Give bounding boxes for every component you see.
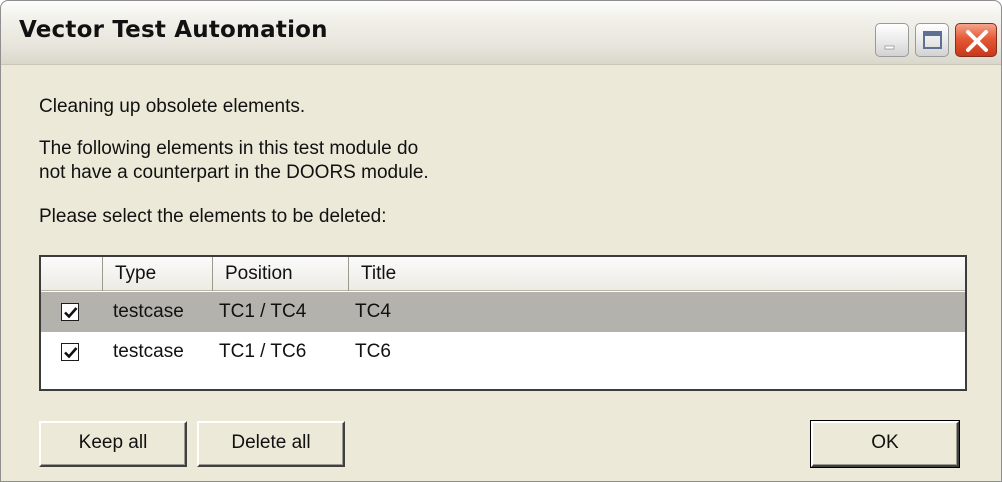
cell-title: TC4 — [355, 301, 391, 322]
column-header-title[interactable]: Title — [349, 257, 965, 291]
column-header-check[interactable] — [41, 257, 103, 291]
checkmark-icon — [64, 307, 78, 319]
ok-button[interactable]: OK — [810, 420, 960, 468]
maximize-icon — [923, 31, 942, 49]
close-icon — [966, 30, 988, 52]
cell-type: testcase — [113, 341, 184, 362]
column-header-type[interactable]: Type — [103, 257, 213, 291]
instruction-text: Please select the elements to be deleted… — [39, 206, 387, 227]
maximize-button[interactable] — [915, 23, 949, 57]
column-header-position[interactable]: Position — [213, 257, 349, 291]
cell-position: TC1 / TC4 — [219, 301, 307, 322]
title-bar[interactable]: Vector Test Automation — [1, 1, 1001, 65]
window-title: Vector Test Automation — [19, 17, 328, 43]
dialog-window: Vector Test Automation Cleaning up obsol… — [0, 0, 1002, 482]
elements-list[interactable]: Type Position Title testcase TC1 / TC4 T… — [39, 255, 967, 391]
description-line-2: not have a counterpart in the DOORS modu… — [39, 162, 429, 183]
cell-position: TC1 / TC6 — [219, 341, 307, 362]
status-message: Cleaning up obsolete elements. — [39, 96, 306, 117]
cell-title: TC6 — [355, 341, 391, 362]
list-header: Type Position Title — [41, 257, 965, 291]
list-row-tc6[interactable]: testcase TC1 / TC6 TC6 — [41, 332, 965, 372]
minimize-icon — [884, 45, 895, 50]
checkmark-icon — [64, 347, 78, 359]
keep-all-button[interactable]: Keep all — [39, 421, 187, 467]
description-line-1: The following elements in this test modu… — [39, 138, 419, 159]
list-row-tc4[interactable]: testcase TC1 / TC4 TC4 — [41, 292, 965, 332]
minimize-button[interactable] — [875, 23, 909, 57]
row-checkbox-tc6[interactable] — [61, 343, 79, 361]
delete-all-button[interactable]: Delete all — [197, 421, 345, 467]
close-button[interactable] — [955, 23, 997, 57]
cell-type: testcase — [113, 301, 184, 322]
row-checkbox-tc4[interactable] — [61, 303, 79, 321]
